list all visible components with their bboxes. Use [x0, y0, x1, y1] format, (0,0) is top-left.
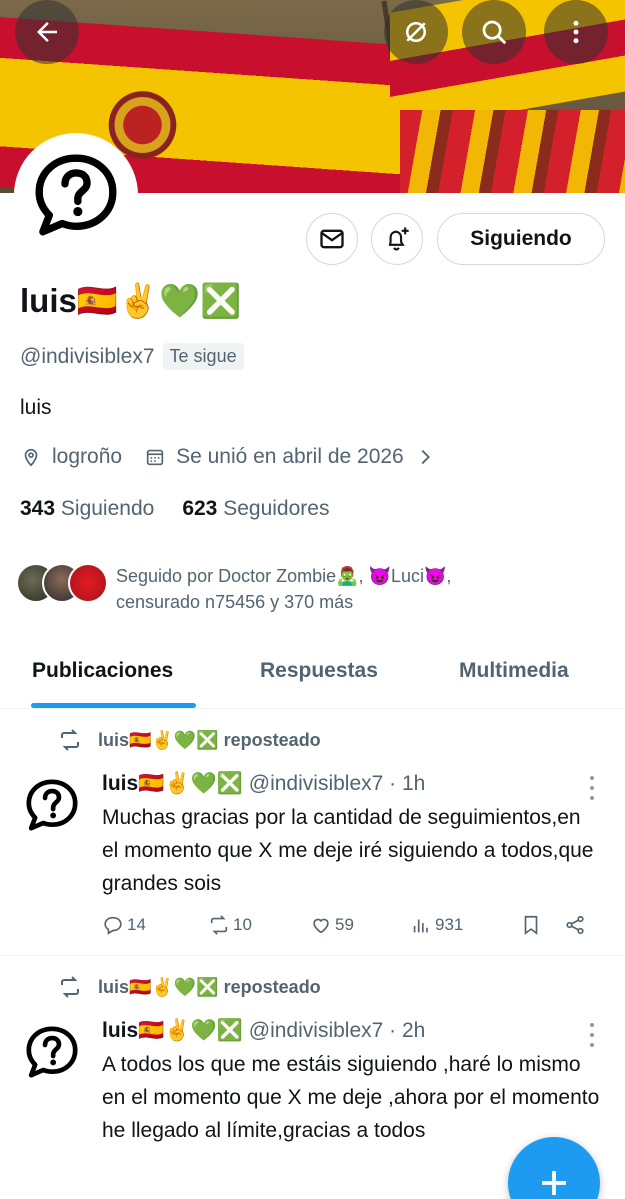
profile-avatar[interactable] [14, 133, 138, 257]
following-button[interactable]: Siguiendo [437, 213, 605, 265]
location-item: logroño [20, 445, 122, 469]
heart-icon [313, 918, 329, 934]
arrow-left-icon [37, 22, 57, 42]
repost-button[interactable]: 10 [208, 914, 310, 936]
post-author-name[interactable]: luis🇪🇸✌️💚❎ [102, 1019, 243, 1043]
profile-handle: @indivisiblex7 [20, 344, 155, 368]
post-1[interactable]: luis🇪🇸✌️💚❎ reposteado luis🇪🇸✌️💚❎ @indivi… [0, 710, 625, 956]
post-actions: 14 10 59 931 [102, 914, 602, 936]
profile-tabs: Publicaciones Respuestas Multimedia [0, 645, 625, 709]
post-header: luis🇪🇸✌️💚❎ @indivisiblex7 · 1h [102, 772, 425, 796]
slashed-circle-icon [406, 22, 426, 42]
post-handle-time: @indivisiblex7 · 2h [248, 1019, 426, 1042]
repost-indicator: luis🇪🇸✌️💚❎ reposteado [58, 728, 321, 752]
post-avatar[interactable] [20, 1020, 84, 1084]
like-button[interactable]: 59 [310, 914, 410, 936]
share-button[interactable] [564, 914, 589, 936]
handle-row: @indivisiblex7 Te sigue [20, 343, 244, 370]
banner-flags-crowd [400, 110, 625, 193]
following-count: 343 [20, 497, 56, 520]
tab-publicaciones[interactable]: Publicaciones [32, 659, 173, 683]
followers-count: 623 [182, 497, 218, 520]
follows-you-badge: Te sigue [162, 343, 244, 370]
followed-by[interactable]: Seguido por Doctor Zombie🧟‍♂️, 😈Luci😈, c… [16, 563, 536, 615]
share-icon [566, 915, 584, 935]
joined-item[interactable]: Se unió en abril de 2026 [144, 445, 436, 469]
bookmark-button[interactable] [520, 914, 564, 936]
reply-count: 14 [127, 915, 146, 934]
repost-label: luis🇪🇸✌️💚❎ reposteado [98, 729, 321, 750]
bell-plus-icon [388, 227, 409, 251]
question-bubble-icon [35, 154, 117, 236]
message-button[interactable] [306, 213, 358, 265]
views-button[interactable]: 931 [410, 914, 520, 936]
post-handle-time: @indivisiblex7 · 1h [248, 772, 426, 795]
tab-multimedia[interactable]: Multimedia [459, 659, 569, 683]
active-tab-indicator [31, 703, 196, 708]
vertical-dots-icon [573, 20, 579, 44]
location-pin-icon [24, 448, 38, 467]
post-header: luis🇪🇸✌️💚❎ @indivisiblex7 · 2h [102, 1019, 425, 1043]
more-options-button[interactable] [544, 0, 608, 64]
post-text: A todos los que me estáis siguiendo ,har… [102, 1053, 600, 1142]
post-author-name[interactable]: luis🇪🇸✌️💚❎ [102, 772, 243, 796]
location-text: logroño [52, 445, 123, 468]
reply-button[interactable]: 14 [102, 914, 208, 936]
envelope-icon [320, 229, 344, 249]
repost-indicator: luis🇪🇸✌️💚❎ reposteado [58, 975, 321, 999]
joined-text: Se unió en abril de 2026 [176, 445, 404, 468]
repost-label: luis🇪🇸✌️💚❎ reposteado [98, 976, 321, 997]
search-icon [482, 20, 507, 45]
tab-respuestas[interactable]: Respuestas [260, 659, 378, 683]
calendar-icon [146, 449, 164, 466]
repost-icon [61, 976, 79, 998]
repost-count: 10 [233, 915, 252, 934]
post-more-button[interactable] [584, 1023, 600, 1047]
profile-stats: 343 Siguiendo 623 Seguidores [20, 497, 329, 521]
reply-icon [104, 916, 122, 935]
post-more-button[interactable] [584, 776, 600, 800]
like-count: 59 [335, 915, 354, 934]
grok-button[interactable] [384, 0, 448, 64]
followed-by-text: Seguido por Doctor Zombie🧟‍♂️, 😈Luci😈, c… [116, 566, 452, 612]
repost-icon [61, 729, 79, 751]
view-count: 931 [435, 915, 464, 934]
followers-stat[interactable]: 623 Seguidores [182, 497, 329, 521]
profile-meta: logroño Se unió en abril de 2026 [20, 445, 458, 469]
profile-name: luis🇪🇸✌️💚❎ [20, 282, 242, 319]
repost-icon [210, 915, 228, 935]
bar-chart-icon [413, 919, 428, 933]
search-button[interactable] [462, 0, 526, 64]
post-text: Muchas gracias por la cantidad de seguim… [102, 806, 594, 895]
chevron-right-icon [421, 449, 430, 465]
profile-bio: luis [20, 396, 52, 419]
bookmark-icon [524, 915, 538, 935]
back-button[interactable] [15, 0, 79, 64]
following-label: Siguiendo [60, 497, 155, 520]
follower-avatar-3 [68, 563, 108, 603]
followers-label: Seguidores [223, 497, 330, 520]
question-bubble-icon [26, 779, 78, 831]
post-avatar[interactable] [20, 773, 84, 837]
following-stat[interactable]: 343 Siguiendo [20, 497, 154, 521]
notifications-button[interactable] [371, 213, 423, 265]
plus-icon [542, 1171, 566, 1195]
question-bubble-icon [26, 1026, 78, 1078]
